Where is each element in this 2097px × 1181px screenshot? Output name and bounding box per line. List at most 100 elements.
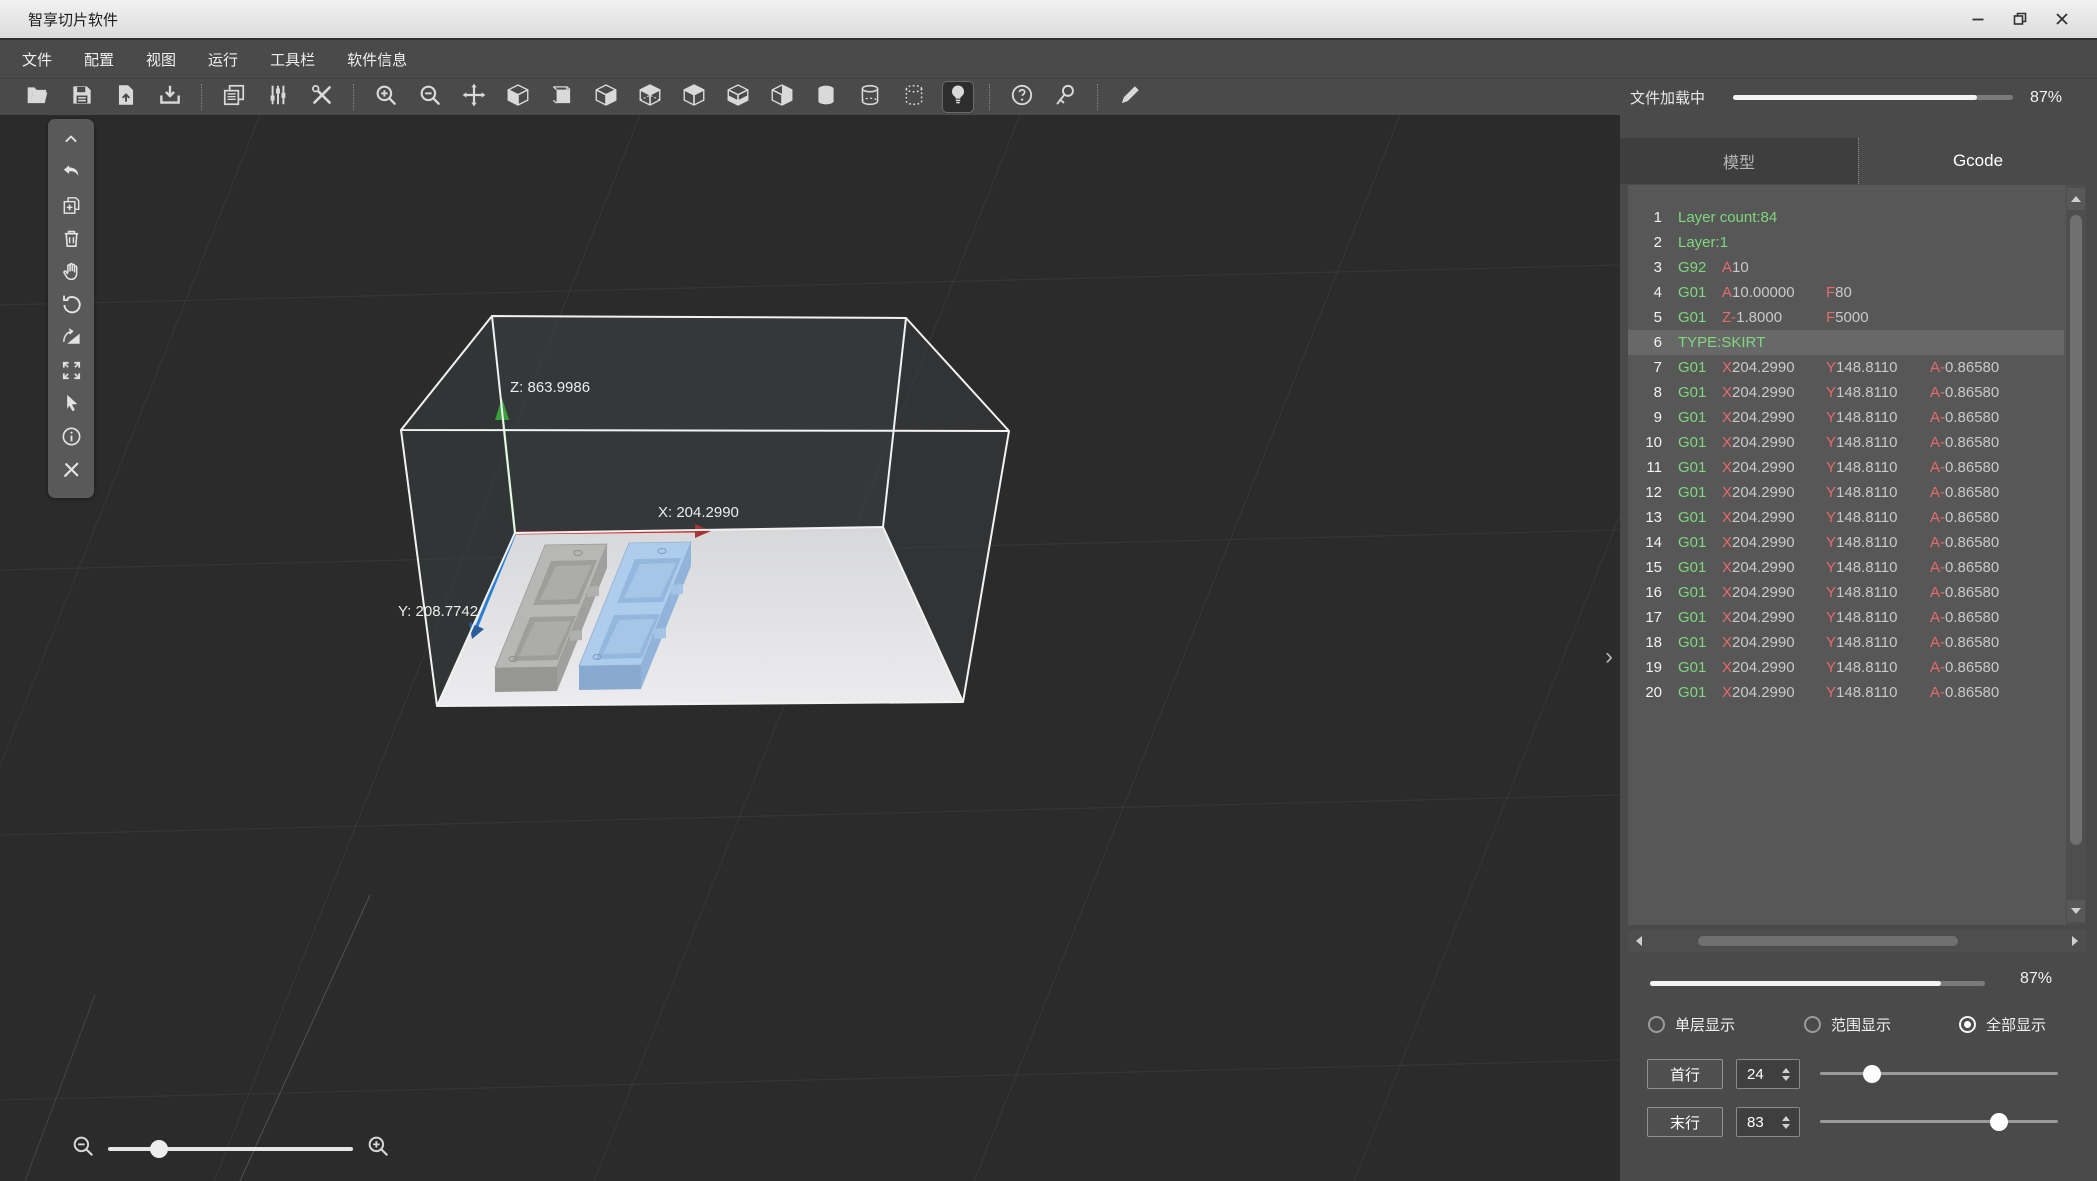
radio-display-mode-2[interactable]: 范围显示 [1804,1011,1891,1037]
gcode-line-2[interactable]: 2Layer:1 [1628,230,2064,255]
gcode-line-9[interactable]: 9G01X204.2990Y148.8110A-0.86580 [1628,405,2064,430]
gcode-line-16[interactable]: 16G01X204.2990Y148.8110A-0.86580 [1628,580,2064,605]
restore-button[interactable] [1999,4,2041,34]
gcode-horizontal-scrollbar[interactable] [1628,930,2086,952]
save-button[interactable] [67,82,97,112]
zoom-out-icon[interactable] [70,1133,96,1164]
radio-display-mode-1[interactable]: 单层显示 [1648,1011,1735,1037]
scroll-right-button[interactable] [2064,930,2086,952]
menu-item-4[interactable]: 运行 [208,49,238,70]
radio-icon[interactable] [1959,1016,1976,1033]
zoom-in-button[interactable] [371,82,401,112]
radio-icon[interactable] [1804,1016,1821,1033]
scroll-up-button[interactable] [2067,188,2085,210]
filter-sliders-button[interactable] [263,82,293,112]
minimize-button[interactable] [1957,4,1999,34]
spin-down-icon[interactable] [1782,1124,1790,1129]
last-line-value[interactable]: 83 [1737,1114,1777,1131]
fit-expand-button[interactable] [54,356,88,389]
menu-item-6[interactable]: 软件信息 [347,49,407,70]
zoom-out-button[interactable] [415,82,445,112]
move-arrows-button[interactable] [459,82,489,112]
gcode-list[interactable]: 1Layer count:842Layer:13G92A104G01A10.00… [1628,185,2086,925]
open-folder-button[interactable] [23,82,53,112]
first-line-slider[interactable] [1820,1072,2058,1075]
spin-up-icon[interactable] [1782,1116,1790,1121]
view-right-cube-button[interactable] [591,82,621,112]
horizontal-scroll-thumb[interactable] [1698,936,1958,946]
gcode-line-12[interactable]: 12G01X204.2990Y148.8110A-0.86580 [1628,480,2064,505]
gcode-line-20[interactable]: 20G01X204.2990Y148.8110A-0.86580 [1628,680,2064,705]
select-cursor-button[interactable] [54,389,88,422]
info-circle-button[interactable] [54,422,88,455]
pen-edit-button[interactable] [1115,82,1145,112]
chevron-up-button[interactable] [54,125,88,158]
first-line-spinner[interactable]: 24 [1736,1059,1800,1089]
menu-item-3[interactable]: 视图 [146,49,176,70]
view-iso-cube-button[interactable] [767,82,797,112]
duplicate-plus-button[interactable] [54,191,88,224]
rotate-ccw-button[interactable] [54,290,88,323]
gcode-line-18[interactable]: 18G01X204.2990Y148.8110A-0.86580 [1628,630,2064,655]
zoom-in-icon[interactable] [365,1133,391,1164]
gcode-line-15[interactable]: 15G01X204.2990Y148.8110A-0.86580 [1628,555,2064,580]
menu-item-5[interactable]: 工具栏 [270,49,315,70]
cylinder-solid-button[interactable] [811,82,841,112]
view-back-cube-button[interactable] [547,82,577,112]
view-left-cube-button[interactable] [503,82,533,112]
vertical-scroll-thumb[interactable] [2070,215,2082,845]
last-line-slider-thumb[interactable] [1990,1113,2008,1131]
cylinder-dotted-button[interactable] [899,82,929,112]
cross-tools-button[interactable] [54,455,88,488]
scroll-down-button[interactable] [2067,900,2085,922]
print-sheets-button[interactable] [219,82,249,112]
tab-model[interactable]: 模型 [1620,138,1858,184]
undo-arrow-button[interactable] [54,158,88,191]
first-line-value[interactable]: 24 [1737,1066,1777,1083]
tab-gcode[interactable]: Gcode [1858,138,2097,184]
gcode-line-17[interactable]: 17G01X204.2990Y148.8110A-0.86580 [1628,605,2064,630]
mirror-flip-button[interactable] [54,323,88,356]
menu-item-1[interactable]: 文件 [22,49,52,70]
close-button[interactable] [2041,4,2083,34]
pan-hand-button[interactable] [54,257,88,290]
spin-up-icon[interactable] [1782,1068,1790,1073]
last-line-slider[interactable] [1820,1120,2058,1123]
spin-down-icon[interactable] [1782,1076,1790,1081]
help-circle-button[interactable] [1007,82,1037,112]
viewport-zoom-slider-thumb[interactable] [150,1140,168,1158]
gcode-line-13[interactable]: 13G01X204.2990Y148.8110A-0.86580 [1628,505,2064,530]
gcode-line-14[interactable]: 14G01X204.2990Y148.8110A-0.86580 [1628,530,2064,555]
radio-icon[interactable] [1648,1016,1665,1033]
view-top-cube-button[interactable] [679,82,709,112]
gcode-line-8[interactable]: 8G01X204.2990Y148.8110A-0.86580 [1628,380,2064,405]
gcode-line-6[interactable]: 6TYPE:SKIRT [1628,330,2064,355]
export-file-button[interactable] [155,82,185,112]
trash-button[interactable] [54,224,88,257]
viewport-3d[interactable]: Z: 863.9986 X: 204.2990 Y: 208.7742 [0,115,1620,1181]
gcode-line-1[interactable]: 1Layer count:84 [1628,205,2064,230]
gcode-line-4[interactable]: 4G01A10.00000F80 [1628,280,2064,305]
last-line-spinner[interactable]: 83 [1736,1107,1800,1137]
radio-display-mode-3[interactable]: 全部显示 [1959,1011,2046,1037]
tools-wrench-button[interactable] [307,82,337,112]
gcode-line-11[interactable]: 11G01X204.2990Y148.8110A-0.86580 [1628,455,2064,480]
first-line-slider-thumb[interactable] [1863,1065,1881,1083]
view-front-cube-button[interactable] [635,82,665,112]
scroll-left-button[interactable] [1628,930,1650,952]
cylinder-wire-button[interactable] [855,82,885,112]
gcode-line-3[interactable]: 3G92A10 [1628,255,2064,280]
menu-item-2[interactable]: 配置 [84,49,114,70]
gcode-line-7[interactable]: 7G01X204.2990Y148.8110A-0.86580 [1628,355,2064,380]
viewport-zoom-slider[interactable] [108,1147,353,1151]
gcode-line-5[interactable]: 5G01Z-1.8000F5000 [1628,305,2064,330]
import-file-button[interactable] [111,82,141,112]
first-line-button[interactable]: 首行 [1647,1059,1723,1089]
search-magnifier-button[interactable] [1051,82,1081,112]
gcode-vertical-scrollbar[interactable] [2066,185,2086,925]
gcode-line-10[interactable]: 10G01X204.2990Y148.8110A-0.86580 [1628,430,2064,455]
gcode-line-19[interactable]: 19G01X204.2990Y148.8110A-0.86580 [1628,655,2064,680]
last-line-button[interactable]: 末行 [1647,1107,1723,1137]
panel-collapse-handle[interactable]: › [1598,643,1620,671]
view-bottom-cube-button[interactable] [723,82,753,112]
